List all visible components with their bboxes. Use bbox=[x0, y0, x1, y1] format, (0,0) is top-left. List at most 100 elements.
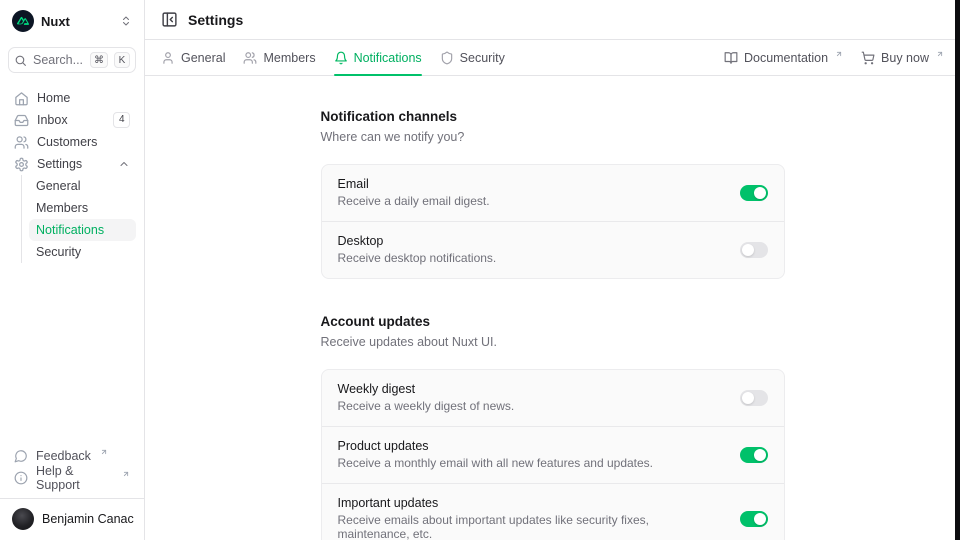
row-text: Email Receive a daily email digest. bbox=[338, 177, 724, 208]
section-card: Weekly digest Receive a weekly digest of… bbox=[321, 369, 785, 540]
toggle-knob bbox=[754, 187, 766, 199]
row-text: Weekly digest Receive a weekly digest of… bbox=[338, 382, 724, 413]
book-open-icon bbox=[724, 51, 738, 65]
sidebar-subitem-security[interactable]: Security bbox=[29, 241, 136, 263]
action-label: Documentation bbox=[744, 51, 828, 65]
search-input[interactable]: Search... ⌘ K bbox=[8, 47, 136, 73]
notification-setting-row: Weekly digest Receive a weekly digest of… bbox=[322, 370, 784, 426]
section-title: Notification channels bbox=[321, 109, 785, 124]
sidebar-item-inbox[interactable]: Inbox 4 bbox=[8, 109, 136, 131]
user-icon bbox=[161, 51, 175, 65]
row-label: Desktop bbox=[338, 234, 724, 248]
toggle-switch[interactable] bbox=[740, 390, 768, 406]
tab-label: Security bbox=[460, 51, 505, 65]
sidebar-item-settings[interactable]: Settings bbox=[8, 153, 136, 175]
sidebar-subitem-label: Notifications bbox=[36, 223, 104, 237]
sidebar: Nuxt Search... ⌘ K Home Inbox bbox=[0, 0, 145, 540]
sidebar-item-help-support[interactable]: Help & Support bbox=[8, 467, 136, 489]
sidebar-subitem-label: Members bbox=[36, 201, 88, 215]
app-window: Nuxt Search... ⌘ K Home Inbox bbox=[0, 0, 960, 540]
sidebar-subitem-label: General bbox=[36, 179, 80, 193]
toggle-switch[interactable] bbox=[740, 185, 768, 201]
row-description: Receive emails about important updates l… bbox=[338, 513, 724, 540]
section-card: Email Receive a daily email digest. Desk… bbox=[321, 164, 785, 279]
sidebar-item-label: Customers bbox=[37, 135, 97, 149]
sidebar-item-home[interactable]: Home bbox=[8, 87, 136, 109]
row-label: Important updates bbox=[338, 496, 724, 510]
users-icon bbox=[14, 135, 29, 150]
sidebar-item-label: Help & Support bbox=[36, 464, 113, 492]
notification-setting-row: Product updates Receive a monthly email … bbox=[322, 426, 784, 483]
row-description: Receive a monthly email with all new fea… bbox=[338, 456, 724, 470]
toggle-switch[interactable] bbox=[740, 511, 768, 527]
documentation-link[interactable]: Documentation bbox=[724, 51, 843, 65]
main-panel: Settings General Members Notifications bbox=[145, 0, 960, 540]
user-menu[interactable]: Benjamin Canac bbox=[8, 499, 136, 530]
notification-setting-row: Important updates Receive emails about i… bbox=[322, 483, 784, 540]
sidebar-collapse-button[interactable] bbox=[161, 11, 178, 28]
external-link-icon bbox=[122, 470, 130, 478]
message-circle-icon bbox=[14, 449, 28, 463]
external-link-icon bbox=[100, 448, 108, 456]
settings-section: Notification channels Where can we notif… bbox=[321, 109, 785, 279]
settings-submenu: General Members Notifications Security bbox=[21, 175, 136, 263]
tab-security[interactable]: Security bbox=[440, 40, 505, 75]
window-scrollbar[interactable] bbox=[955, 0, 960, 540]
shield-icon bbox=[440, 51, 454, 65]
notification-setting-row: Desktop Receive desktop notifications. bbox=[322, 221, 784, 278]
toggle-knob bbox=[754, 449, 766, 461]
sidebar-subitem-general[interactable]: General bbox=[29, 175, 136, 197]
row-description: Receive a weekly digest of news. bbox=[338, 399, 724, 413]
settings-sections: Notification channels Where can we notif… bbox=[321, 109, 785, 540]
sidebar-subitem-label: Security bbox=[36, 245, 81, 259]
settings-section: Account updates Receive updates about Nu… bbox=[321, 314, 785, 540]
external-link-icon bbox=[936, 50, 944, 58]
tab-notifications[interactable]: Notifications bbox=[334, 40, 422, 75]
row-label: Product updates bbox=[338, 439, 724, 453]
tab-label: Notifications bbox=[354, 51, 422, 65]
sidebar-item-label: Home bbox=[37, 91, 70, 105]
toggle-knob bbox=[742, 244, 754, 256]
tab-label: Members bbox=[263, 51, 315, 65]
row-text: Important updates Receive emails about i… bbox=[338, 496, 724, 540]
sidebar-subitem-notifications[interactable]: Notifications bbox=[29, 219, 136, 241]
user-name: Benjamin Canac bbox=[42, 512, 134, 526]
workspace-switcher[interactable]: Nuxt bbox=[8, 8, 136, 34]
settings-content: Notification channels Where can we notif… bbox=[145, 76, 960, 540]
row-description: Receive desktop notifications. bbox=[338, 251, 724, 265]
inbox-count-badge: 4 bbox=[113, 112, 130, 128]
nuxt-logo-icon bbox=[12, 10, 34, 32]
sidebar-subitem-members[interactable]: Members bbox=[29, 197, 136, 219]
buy-now-button[interactable]: Buy now bbox=[861, 51, 944, 65]
chevron-up-icon bbox=[118, 158, 130, 170]
tab-general[interactable]: General bbox=[161, 40, 225, 75]
toggle-switch[interactable] bbox=[740, 447, 768, 463]
section-description: Receive updates about Nuxt UI. bbox=[321, 335, 785, 349]
sidebar-item-label: Inbox bbox=[37, 113, 68, 127]
kbd-k: K bbox=[114, 52, 130, 68]
users-icon bbox=[243, 51, 257, 65]
avatar bbox=[12, 508, 34, 530]
sidebar-item-label: Feedback bbox=[36, 449, 91, 463]
toggle-switch[interactable] bbox=[740, 242, 768, 258]
action-label: Buy now bbox=[881, 51, 929, 65]
section-description: Where can we notify you? bbox=[321, 130, 785, 144]
tab-label: General bbox=[181, 51, 225, 65]
search-icon bbox=[14, 54, 27, 67]
tabs-actions: Documentation Buy now bbox=[724, 51, 944, 65]
sidebar-nav: Home Inbox 4 Customers Settings bbox=[8, 87, 136, 263]
kbd-cmd: ⌘ bbox=[90, 52, 108, 68]
sidebar-item-customers[interactable]: Customers bbox=[8, 131, 136, 153]
settings-tabs: General Members Notifications Security bbox=[145, 40, 960, 76]
search-placeholder: Search... bbox=[33, 53, 84, 67]
row-text: Desktop Receive desktop notifications. bbox=[338, 234, 724, 265]
page-header: Settings bbox=[145, 0, 960, 40]
tab-members[interactable]: Members bbox=[243, 40, 315, 75]
toggle-knob bbox=[742, 392, 754, 404]
page-title: Settings bbox=[188, 12, 243, 28]
row-label: Email bbox=[338, 177, 724, 191]
shopping-cart-icon bbox=[861, 51, 875, 65]
inbox-icon bbox=[14, 113, 29, 128]
chevrons-up-down-icon bbox=[120, 15, 132, 27]
sidebar-item-label: Settings bbox=[37, 157, 82, 171]
